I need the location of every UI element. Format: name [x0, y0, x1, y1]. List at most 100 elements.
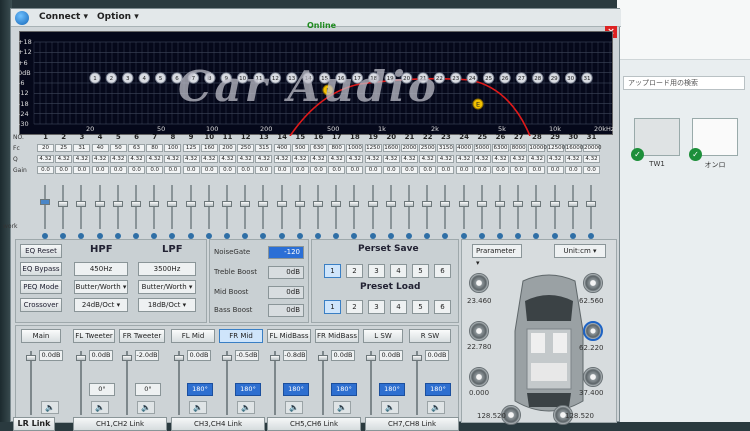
phase-toggle[interactable]: 0°	[89, 383, 115, 396]
slider-knob[interactable]	[458, 201, 469, 207]
slider-knob[interactable]	[313, 201, 323, 207]
band-q-cell[interactable]: 4.32	[255, 155, 273, 163]
channel-tab[interactable]: Main	[21, 329, 61, 343]
band-gain-cell[interactable]: 0.0	[91, 166, 109, 174]
channel-tab[interactable]: L SW	[363, 329, 403, 343]
channel-link-button[interactable]: CH3,CH4 Link	[171, 417, 265, 431]
band-gain-cell[interactable]: 0.0	[492, 166, 509, 174]
band-fc-cell[interactable]: 80	[146, 144, 164, 152]
band-q-cell[interactable]: 4.32	[182, 155, 200, 163]
band-gain-cell[interactable]: 0.0	[128, 166, 145, 174]
band-fc-cell[interactable]: 250	[237, 144, 255, 152]
band-gain-slider[interactable]	[58, 185, 69, 229]
band-fc-cell[interactable]: 1250	[364, 144, 382, 152]
band-q-cell[interactable]: 4.32	[273, 155, 291, 163]
band-gain-cell[interactable]: 0.0	[364, 166, 382, 174]
band-q-cell[interactable]: 4.32	[401, 155, 418, 163]
band-fc-cell[interactable]: 25	[55, 144, 73, 152]
band-gain-cell[interactable]: 0.0	[419, 166, 437, 174]
slider-knob[interactable]	[366, 355, 376, 361]
bass-boost-field[interactable]: 0dB	[268, 304, 304, 317]
unit-select[interactable]: Unit:cm ▾	[554, 244, 606, 258]
band-q-cell[interactable]: 4.32	[564, 155, 582, 163]
phase-toggle[interactable]: 180°	[283, 383, 309, 396]
band-gain-slider[interactable]	[476, 185, 487, 229]
band-gain-slider[interactable]	[367, 185, 378, 229]
band-gain-slider[interactable]	[276, 185, 287, 229]
preset-save-slot[interactable]: 5	[412, 264, 429, 278]
mute-speaker-icon[interactable]: 🔈	[333, 401, 351, 414]
slider-knob[interactable]	[185, 201, 196, 207]
slider-knob[interactable]	[240, 201, 251, 207]
channel-tab[interactable]: FR MidBass	[315, 329, 359, 343]
band-gain-slider[interactable]	[240, 185, 251, 229]
channel-volume-slider[interactable]	[174, 351, 184, 415]
band-gain-cell[interactable]: 0.0	[273, 166, 291, 174]
band-q-cell[interactable]: 4.32	[419, 155, 437, 163]
slider-knob[interactable]	[318, 355, 328, 361]
preset-save-slot[interactable]: 6	[434, 264, 451, 278]
crossover-button[interactable]: Crossover	[20, 298, 62, 312]
band-gain-slider[interactable]	[185, 185, 196, 229]
band-gain-slider[interactable]	[222, 185, 232, 229]
slider-knob[interactable]	[94, 201, 105, 207]
band-q-cell[interactable]: 4.32	[583, 155, 600, 163]
band-gain-slider[interactable]	[112, 185, 123, 229]
channel-tab[interactable]: FL Mid	[171, 329, 215, 343]
slider-knob[interactable]	[149, 201, 160, 207]
band-fc-cell[interactable]: 1000	[346, 144, 364, 152]
band-gain-slider[interactable]	[131, 185, 141, 229]
channel-tab[interactable]: FR Mid	[219, 329, 263, 343]
hpf-type-select[interactable]: Butter/Worth ▾	[74, 280, 128, 294]
band-gain-cell[interactable]: 0.0	[510, 166, 528, 174]
mute-speaker-icon[interactable]: 🔈	[137, 401, 155, 414]
band-gain-slider[interactable]	[513, 185, 524, 229]
preset-load-slot[interactable]: 2	[346, 300, 363, 314]
band-q-cell[interactable]: 4.32	[328, 155, 346, 163]
channel-link-button[interactable]: CH1,CH2 Link	[73, 417, 167, 431]
band-fc-cell[interactable]: 50	[109, 144, 127, 152]
band-gain-cell[interactable]: 0.0	[237, 166, 255, 174]
band-gain-cell[interactable]: 0.0	[583, 166, 600, 174]
channel-tab[interactable]: FL MidBass	[267, 329, 311, 343]
channel-tab[interactable]: R SW	[409, 329, 451, 343]
slider-knob[interactable]	[513, 201, 524, 207]
band-gain-cell[interactable]: 0.0	[310, 166, 327, 174]
band-fc-cell[interactable]: 10000	[528, 144, 547, 152]
band-q-cell[interactable]: 4.32	[364, 155, 382, 163]
slider-knob[interactable]	[367, 201, 378, 207]
slider-knob[interactable]	[270, 355, 280, 361]
band-gain-cell[interactable]: 0.0	[73, 166, 91, 174]
channel-link-button[interactable]: CH5,CH6 Link	[267, 417, 361, 431]
channel-volume-slider[interactable]	[270, 351, 280, 415]
slider-knob[interactable]	[531, 201, 542, 207]
slider-knob[interactable]	[26, 355, 36, 361]
slider-knob[interactable]	[476, 201, 487, 207]
band-gain-slider[interactable]	[549, 185, 560, 229]
band-gain-cell[interactable]: 0.0	[401, 166, 418, 174]
preset-load-slot[interactable]: 5	[412, 300, 429, 314]
preset-load-slot[interactable]: 3	[368, 300, 385, 314]
band-fc-cell[interactable]: 40	[91, 144, 109, 152]
channel-volume-slider[interactable]	[412, 351, 422, 415]
mute-speaker-icon[interactable]: 🔈	[41, 401, 59, 414]
band-fc-cell[interactable]: 100	[164, 144, 182, 152]
slider-knob[interactable]	[495, 201, 505, 207]
band-fc-cell[interactable]: 400	[273, 144, 291, 152]
hpf-frequency-field[interactable]: 450Hz	[74, 262, 128, 276]
slider-knob[interactable]	[331, 201, 342, 207]
eq-reset-button[interactable]: EQ Reset	[20, 244, 62, 258]
menu-connect[interactable]: Connect ▾	[39, 12, 88, 22]
channel-volume-slider[interactable]	[222, 351, 232, 415]
slider-knob[interactable]	[76, 201, 87, 207]
slider-knob[interactable]	[586, 201, 596, 207]
slider-knob[interactable]	[549, 201, 560, 207]
band-gain-slider[interactable]	[567, 185, 578, 229]
speaker-fr-mid-icon[interactable]	[583, 321, 603, 341]
lpf-slope-select[interactable]: 18dB/Oct ▾	[138, 298, 196, 312]
band-fc-cell[interactable]: 31	[73, 144, 91, 152]
slider-knob[interactable]	[422, 201, 433, 207]
band-q-cell[interactable]: 4.32	[437, 155, 455, 163]
band-gain-slider[interactable]	[404, 185, 414, 229]
band-gain-cell[interactable]: 0.0	[37, 166, 54, 174]
